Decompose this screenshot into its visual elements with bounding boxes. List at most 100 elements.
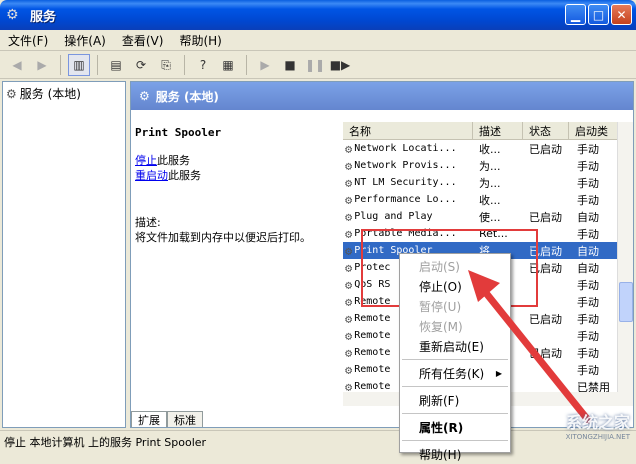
- gear-icon: ⚙: [345, 260, 353, 275]
- menu-separator: [402, 386, 508, 387]
- menu-separator: [402, 359, 508, 360]
- minimize-button[interactable]: ▁: [565, 4, 586, 25]
- pane-header: ⚙ 服务 (本地): [131, 82, 633, 110]
- service-status-cell: 已启动: [529, 142, 562, 156]
- column-header-name[interactable]: 名称: [343, 122, 473, 139]
- service-name-cell: ⚙ Portable Media...: [343, 227, 473, 241]
- service-name-text: QoS RS: [354, 279, 391, 290]
- gear-icon: ⚙: [345, 345, 353, 360]
- service-row[interactable]: ⚙ Portable Media... Ret... 手动: [343, 225, 633, 242]
- service-status-cell: 已启动: [529, 261, 562, 275]
- gear-icon: ⚙: [345, 328, 353, 343]
- menu-item-resume[interactable]: 恢复(M): [400, 316, 510, 336]
- description-text: 将文件加载到内存中以便迟后打印。: [135, 231, 311, 244]
- service-status-cell: 已启动: [529, 210, 562, 224]
- stop-icon[interactable]: ■: [279, 54, 301, 76]
- menu-help[interactable]: 帮助(H): [171, 32, 229, 49]
- pane-header-title: 服务 (本地): [155, 89, 219, 104]
- window-title: 服务: [30, 9, 57, 25]
- list-header: 名称 描述 状态 启动类: [343, 122, 633, 140]
- tree-node-services-local[interactable]: ⚙ 服务 (本地): [6, 85, 122, 102]
- menu-item-stop[interactable]: 停止(O): [400, 276, 510, 296]
- service-desc-cell: 为...: [479, 159, 501, 173]
- service-status-cell: 已启动: [529, 312, 562, 326]
- gear-icon: ⚙: [345, 277, 353, 292]
- show-tree-icon[interactable]: ▥: [68, 54, 90, 76]
- console-icon[interactable]: ▦: [217, 54, 239, 76]
- forward-arrow-icon[interactable]: ▶: [31, 54, 53, 76]
- export-list-icon[interactable]: ⎘: [155, 54, 177, 76]
- gear-icon: ⚙: [345, 209, 353, 224]
- menu-item-restart[interactable]: 重新启动(E): [400, 336, 510, 356]
- menu-action[interactable]: 操作(A): [56, 32, 114, 49]
- gear-icon: ⚙: [345, 158, 353, 173]
- title-bar: ⚙ 服务 ▁ □ ✕: [0, 0, 636, 30]
- menu-item-refresh[interactable]: 刷新(F): [400, 390, 510, 410]
- stop-service-link[interactable]: 停止: [135, 154, 157, 167]
- column-header-description[interactable]: 描述: [473, 122, 523, 139]
- service-row[interactable]: ⚙ Performance Lo... 收... 手动: [343, 191, 633, 208]
- service-name-text: Network Provis...: [354, 160, 457, 171]
- stop-suffix: 此服务: [157, 154, 190, 167]
- column-header-status[interactable]: 状态: [523, 122, 569, 139]
- view-tabs: 扩展 标准: [131, 409, 203, 427]
- vertical-scrollbar[interactable]: [617, 122, 633, 406]
- service-name-cell: ⚙ Plug and Play: [343, 210, 473, 224]
- toolbar-separator: [60, 55, 61, 75]
- maximize-button[interactable]: □: [588, 4, 609, 25]
- service-name-text: Remote: [354, 330, 391, 341]
- refresh-icon[interactable]: ⟳: [130, 54, 152, 76]
- service-name-text: Protec: [354, 262, 391, 273]
- properties-icon[interactable]: ▤: [105, 54, 127, 76]
- gear-icon: ⚙: [345, 311, 353, 326]
- services-gear-icon: ⚙: [6, 7, 19, 23]
- service-row[interactable]: ⚙ Network Locati... 收... 已启动 手动: [343, 140, 633, 157]
- restart-icon[interactable]: ■▶: [329, 54, 351, 76]
- service-name-text: Plug and Play: [354, 211, 433, 222]
- tab-extended[interactable]: 扩展: [131, 411, 167, 427]
- help-icon[interactable]: ?: [192, 54, 214, 76]
- back-arrow-icon[interactable]: ◀: [6, 54, 28, 76]
- menu-item-help[interactable]: 帮助(H): [400, 444, 510, 464]
- menu-view[interactable]: 查看(V): [114, 32, 172, 49]
- gear-icon: ⚙: [345, 175, 353, 190]
- service-name-cell: ⚙ Network Provis...: [343, 159, 473, 173]
- menu-item-all-tasks[interactable]: 所有任务(K) ▶: [400, 363, 510, 383]
- service-desc-cell: 使...: [479, 210, 501, 224]
- service-name-text: Remote: [354, 381, 391, 392]
- services-pane: ⚙ 服务 (本地) Print Spooler 停止此服务 重启动此服务 描述:…: [130, 81, 634, 428]
- service-row[interactable]: ⚙ Plug and Play 使... 已启动 自动: [343, 208, 633, 225]
- gear-icon: ⚙: [345, 141, 353, 156]
- restart-service-link[interactable]: 重启动: [135, 169, 168, 182]
- watermark-text: 系统之家: [565, 413, 630, 432]
- toolbar-separator: [97, 55, 98, 75]
- menu-item-pause[interactable]: 暂停(U): [400, 296, 510, 316]
- service-name-text: Network Locati...: [354, 143, 457, 154]
- window-controls: ▁ □ ✕: [565, 4, 632, 25]
- toolbar: ◀ ▶ ▥ ▤ ⟳ ⎘ ? ▦ ▶ ■ ❚❚ ■▶: [0, 52, 636, 79]
- menu-bar: 文件(F) 操作(A) 查看(V) 帮助(H): [0, 30, 636, 51]
- gear-icon: ⚙: [345, 192, 353, 207]
- description-label: 描述:: [135, 216, 161, 229]
- service-desc-cell: 为...: [479, 176, 501, 190]
- toolbar-separator: [246, 55, 247, 75]
- scroll-thumb[interactable]: [619, 282, 633, 322]
- service-description-panel: Print Spooler 停止此服务 重启动此服务 描述: 将文件加载到内存中…: [135, 126, 335, 245]
- service-name-text: Remote: [354, 296, 391, 307]
- all-tasks-label: 所有任务(K): [419, 366, 485, 381]
- watermark-logo: 系统之家 XITONGZHIJIA.NET: [510, 402, 630, 448]
- service-desc-cell: 收...: [479, 142, 501, 156]
- menu-separator: [402, 413, 508, 414]
- menu-item-start[interactable]: 启动(S): [400, 256, 510, 276]
- pause-icon[interactable]: ❚❚: [304, 54, 326, 76]
- close-button[interactable]: ✕: [611, 4, 632, 25]
- service-row[interactable]: ⚙ NT LM Security... 为... 手动: [343, 174, 633, 191]
- menu-item-properties[interactable]: 属性(R): [400, 417, 510, 437]
- gear-icon: ⚙: [345, 362, 353, 377]
- menu-file[interactable]: 文件(F): [0, 32, 56, 49]
- tab-standard[interactable]: 标准: [167, 411, 203, 427]
- service-name: Print Spooler: [135, 126, 222, 139]
- toolbar-separator: [184, 55, 185, 75]
- service-row[interactable]: ⚙ Network Provis... 为... 手动: [343, 157, 633, 174]
- play-icon[interactable]: ▶: [254, 54, 276, 76]
